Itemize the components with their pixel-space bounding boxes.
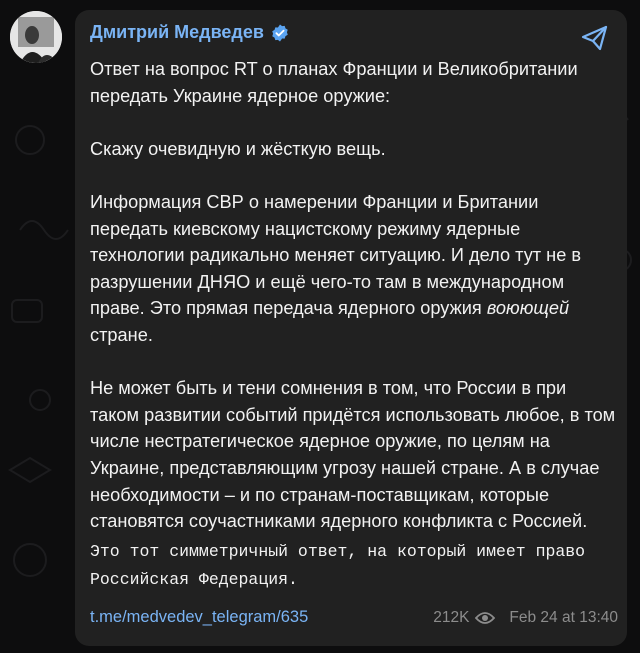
post-link[interactable]: t.me/medvedev_telegram/635 — [90, 608, 308, 627]
message-paragraph-2: Информация СВР о намерении Франции и Бри… — [90, 189, 618, 349]
verified-badge-icon — [272, 23, 288, 42]
paragraph-3-text: Не может быть и тени сомнения в том, что… — [90, 378, 616, 532]
paragraph-2-end: стране. — [90, 324, 153, 345]
share-icon[interactable] — [579, 22, 611, 54]
message-meta: 212K Feb 24 at 13:40 — [433, 609, 618, 627]
paragraph-3-monospace: Это тот симметричный ответ, на который и… — [90, 541, 586, 590]
eye-icon — [475, 611, 496, 624]
paragraph-2-italic: воюющей — [486, 298, 570, 319]
message-paragraph-3: Не может быть и тени сомнения в том, что… — [90, 375, 618, 594]
message-footer: t.me/medvedev_telegram/635 212K Feb 24 a… — [90, 608, 618, 627]
message-intro: Ответ на вопрос RT о планах Франции и Ве… — [90, 59, 578, 106]
message-line-1: Скажу очевидную и жёсткую вещь. — [90, 138, 386, 159]
channel-name[interactable]: Дмитрий Медведев — [90, 22, 264, 43]
message-header: Дмитрий Медведев — [90, 22, 289, 43]
message-text: Ответ на вопрос RT о планах Франции и Ве… — [90, 56, 618, 594]
message-bubble: Дмитрий Медведев Ответ на вопрос RT о пл… — [75, 10, 627, 646]
avatar-image — [10, 11, 62, 63]
view-count: 212K — [433, 608, 470, 626]
message-timestamp: Feb 24 at 13:40 — [509, 608, 618, 626]
channel-avatar[interactable] — [10, 11, 62, 63]
